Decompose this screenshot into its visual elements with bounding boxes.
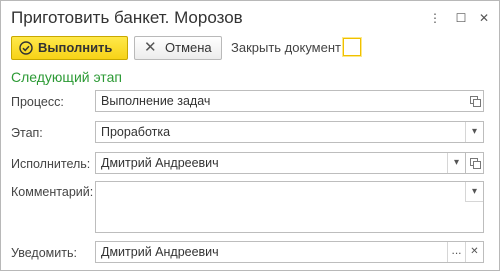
process-field[interactable]: Выполнение задач (95, 90, 484, 112)
chevron-down-icon: ▾ (471, 186, 478, 197)
title-bar: Приготовить банкет. Морозов ⋮ ☐ ✕ (1, 1, 499, 35)
stage-label: Этап: (11, 126, 43, 140)
more-actions-icon[interactable]: ⋮ (426, 9, 444, 27)
executor-label: Исполнитель: (11, 157, 91, 171)
toolbar: Выполнить ✕ Отмена Закрыть документ: (1, 36, 499, 62)
executor-value: Дмитрий Андреевич (101, 156, 219, 170)
stage-value: Проработка (101, 125, 171, 139)
process-value: Выполнение задач (101, 94, 211, 108)
stage-dropdown-button[interactable]: ▾ (465, 122, 483, 142)
executor-dropdown-button[interactable]: ▾ (447, 153, 465, 173)
clear-icon: ✕ (470, 246, 479, 257)
cancel-button-label: Отмена (165, 40, 212, 55)
execute-button[interactable]: Выполнить (11, 36, 128, 60)
process-label: Процесс: (11, 95, 64, 109)
ellipsis-icon: ... (451, 243, 462, 257)
stage-field[interactable]: Проработка ▾ (95, 121, 484, 143)
chevron-down-icon: ▾ (471, 126, 478, 137)
check-circle-icon (19, 41, 33, 55)
window-title: Приготовить банкет. Морозов (11, 8, 243, 27)
execute-button-label: Выполнить (38, 40, 113, 55)
maximize-icon[interactable]: ☐ (452, 9, 470, 27)
open-form-icon (470, 157, 481, 169)
dialog-window: Приготовить банкет. Морозов ⋮ ☐ ✕ Выполн… (0, 0, 500, 271)
comment-dropdown-button[interactable]: ▾ (465, 182, 483, 202)
executor-field[interactable]: Дмитрий Андреевич ▾ (95, 152, 466, 174)
close-icon[interactable]: ✕ (475, 9, 493, 27)
notify-select-button[interactable]: ... (447, 242, 465, 262)
section-title: Следующий этап (11, 69, 122, 85)
cancel-button[interactable]: ✕ Отмена (134, 36, 222, 60)
comment-textarea[interactable]: ▾ (95, 181, 484, 233)
chevron-down-icon: ▾ (453, 157, 460, 168)
close-document-checkbox[interactable] (343, 38, 361, 56)
close-icon: ✕ (144, 39, 157, 56)
notify-label: Уведомить: (11, 246, 77, 260)
open-process-button[interactable] (465, 91, 483, 111)
notify-field[interactable]: Дмитрий Андреевич ... ✕ (95, 241, 484, 263)
open-executor-button[interactable] (466, 152, 484, 174)
comment-label: Комментарий: (11, 185, 94, 199)
notify-value: Дмитрий Андреевич (101, 245, 219, 259)
close-document-label: Закрыть документ: (231, 40, 345, 55)
notify-clear-button[interactable]: ✕ (465, 242, 483, 262)
open-form-icon (469, 95, 481, 107)
